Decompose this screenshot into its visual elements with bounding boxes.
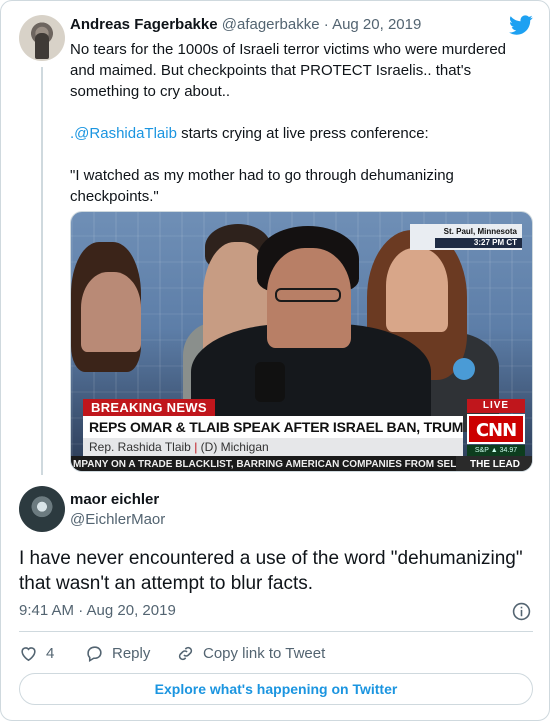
speaker-glasses <box>275 288 341 302</box>
speaker-name: Rep. Rashida Tlaib <box>89 440 191 454</box>
like-action[interactable]: 4 <box>19 641 54 665</box>
divider <box>19 631 533 632</box>
speaker-party: (D) Michigan <box>200 440 269 454</box>
copy-link-action[interactable]: Copy link to Tweet <box>176 641 325 665</box>
avatar-andreas[interactable] <box>19 15 65 61</box>
chyron-subline: Rep. Rashida Tlaib | (D) Michigan <box>83 438 463 456</box>
twitter-bird-icon[interactable] <box>509 13 533 37</box>
link-icon <box>178 646 193 660</box>
reply-author-handle[interactable]: @EichlerMaor <box>70 511 165 528</box>
location-time: 3:27 PM CT <box>435 238 522 248</box>
stock-ticker-badge: S&P ▲ 34.97 <box>467 445 525 456</box>
news-ticker: MPANY ON A TRADE BLACKLIST, BARRING AMER… <box>71 456 532 471</box>
like-count: 4 <box>46 644 55 662</box>
location-text: St. Paul, Minnesota <box>443 227 517 236</box>
bystander-right-face <box>386 248 448 332</box>
heart-icon <box>21 646 36 661</box>
reply-bubble-icon <box>87 645 102 662</box>
news-chyron: BREAKING NEWS REPS OMAR & TLAIB SPEAK AF… <box>71 398 532 471</box>
chyron-headline: REPS OMAR & TLAIB SPEAK AFTER ISRAEL BAN… <box>83 416 463 438</box>
reply-label: Reply <box>112 644 151 662</box>
reply-timestamp[interactable]: 9:41 AM · Aug 20, 2019 <box>19 602 176 619</box>
tweet-video-still[interactable]: St. Paul, Minnesota 3:27 PM CT BREAKING … <box>70 211 533 472</box>
parent-tweet-text: No tears for the 1000s of Israeli terror… <box>70 39 520 207</box>
breaking-news-label: BREAKING NEWS <box>83 399 215 416</box>
button-pin <box>453 358 475 380</box>
paragraph-2-rest: starts crying at live press conference: <box>176 125 429 142</box>
microphones <box>255 362 285 402</box>
mention-link[interactable]: @RashidaTlaib <box>74 125 177 142</box>
embedded-tweet-card: Andreas Fagerbakke @afagerbakke · Aug 20… <box>0 0 550 721</box>
info-icon[interactable] <box>512 602 531 621</box>
avatar-maor[interactable] <box>19 486 65 532</box>
live-badge: LIVE <box>467 399 525 413</box>
tweet-date[interactable]: Aug 20, 2019 <box>332 16 421 33</box>
bystander-left-face <box>81 272 141 352</box>
explore-twitter-button[interactable]: Explore what's happening on Twitter <box>19 673 533 705</box>
meta-separator: · <box>319 16 333 33</box>
reply-tweet-text: I have never encountered a use of the wo… <box>19 548 523 594</box>
speaker-separator: | <box>194 440 198 454</box>
copy-link-label: Copy link to Tweet <box>203 644 326 662</box>
author-handle[interactable]: @afagerbakke <box>222 16 320 33</box>
ticker-text: MPANY ON A TRADE BLACKLIST, BARRING AMER… <box>73 459 456 470</box>
reply-author-name[interactable]: maor eichler <box>70 491 159 508</box>
tweet-paragraph-2: .@RashidaTlaib starts crying at live pre… <box>70 123 520 144</box>
author-name[interactable]: Andreas Fagerbakke <box>70 16 218 33</box>
parent-tweet-header: Andreas Fagerbakke @afagerbakke · Aug 20… <box>70 16 421 33</box>
tweet-paragraph-3: "I watched as my mother had to go throug… <box>70 167 454 205</box>
location-bug: St. Paul, Minnesota 3:27 PM CT <box>410 224 522 250</box>
tweet-paragraph-1: No tears for the 1000s of Israeli terror… <box>70 41 507 100</box>
reply-action[interactable]: Reply <box>85 641 150 665</box>
thread-connector-line <box>41 67 43 475</box>
cnn-logo: CNN <box>467 414 525 444</box>
show-name: THE LEAD <box>456 456 532 471</box>
